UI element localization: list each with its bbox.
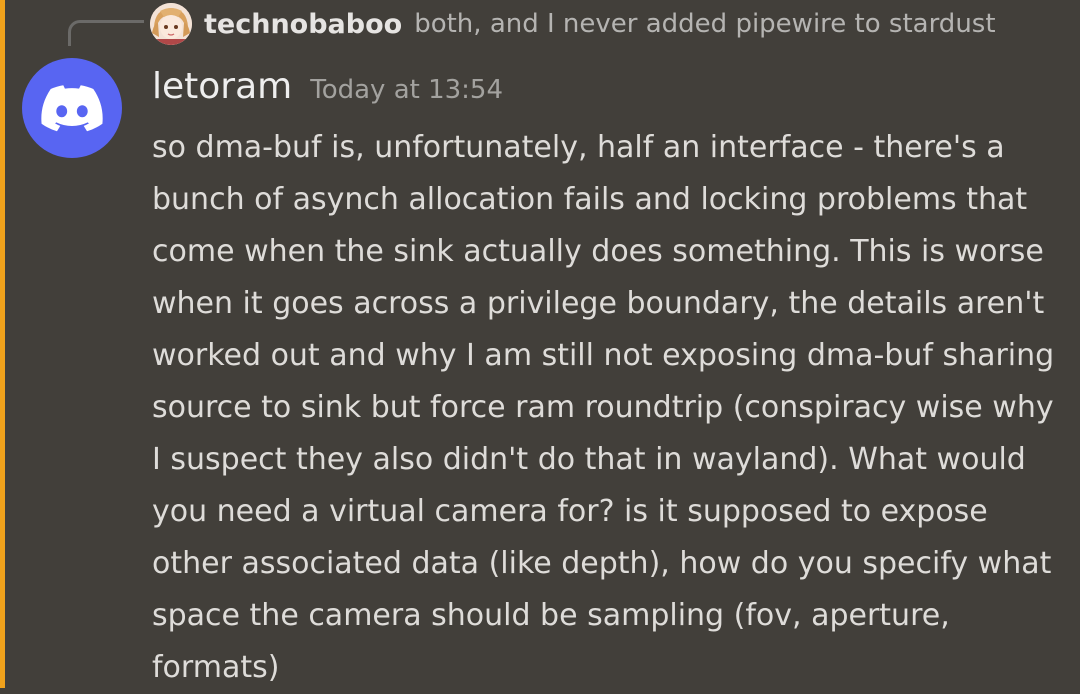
message-line: source to sink but force ram roundtrip (… <box>152 390 1054 425</box>
reply-avatar[interactable] <box>150 3 192 45</box>
message-line: you need a virtual camera for? is it sup… <box>152 494 988 529</box>
message-line: space the camera should be sampling (fov… <box>152 598 950 633</box>
message-author-name[interactable]: letoram <box>152 66 292 107</box>
reply-connector-line <box>68 20 144 46</box>
message-line: so dma-buf is, unfortunately, half an in… <box>152 130 1005 165</box>
message-line: other associated data (like depth), how … <box>152 546 1052 581</box>
message-timestamp[interactable]: Today at 13:54 <box>310 75 503 105</box>
reply-message-text[interactable]: both, and I never added pipewire to star… <box>414 9 995 39</box>
anime-avatar-image <box>150 3 192 45</box>
message-line: worked out and why I am still not exposi… <box>152 338 1055 373</box>
message-line: bunch of asynch allocation fails and loc… <box>152 182 1028 217</box>
reply-author-name[interactable]: technobaboo <box>204 9 402 40</box>
discord-logo-icon <box>41 85 103 132</box>
message-line: when it goes across a privilege boundary… <box>152 286 1045 321</box>
message-line: I suspect they also didn't do that in wa… <box>152 442 1026 477</box>
message-line: formats) <box>152 650 280 685</box>
message-line: come when the sink actually does somethi… <box>152 234 1044 269</box>
reply-preview[interactable]: technobaboo both, and I never added pipe… <box>150 3 996 45</box>
message-content: so dma-buf is, unfortunately, half an in… <box>152 122 1072 694</box>
message-header: letoram Today at 13:54 <box>152 66 503 107</box>
mention-highlight-bar <box>0 0 5 688</box>
user-avatar[interactable] <box>22 58 122 158</box>
